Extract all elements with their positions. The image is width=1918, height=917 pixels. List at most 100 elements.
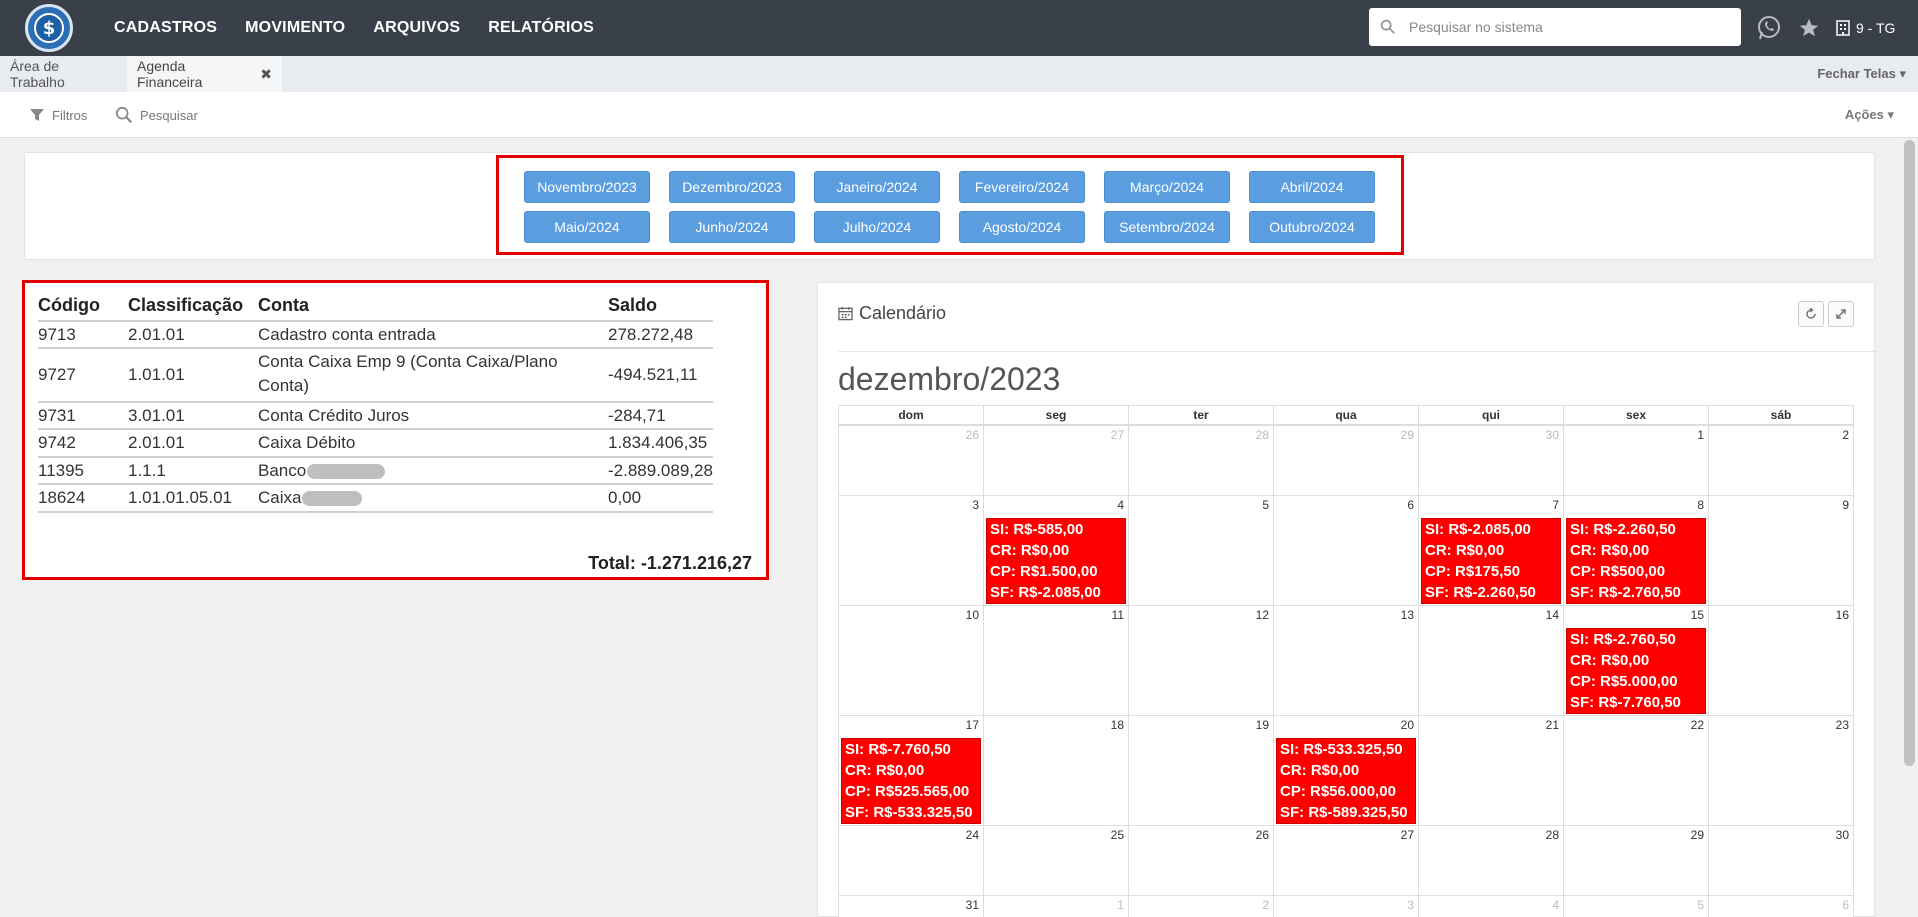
month-button-outubro-2024[interactable]: Outubro/2024 [1249,211,1375,243]
system-search-input[interactable] [1409,19,1729,35]
calendar-day-cell[interactable]: 15 SI: R$-2.760,50 CR: R$0,00 CP: R$5.000,0… [1563,605,1709,716]
event-line: SI: R$-533.325,50 [1280,741,1403,758]
tab-area-de-trabalho[interactable]: Área de Trabalho [0,56,126,92]
calendar-header: Calendário [838,303,946,324]
day-number: 24 [965,828,979,842]
day-number: 20 [1400,718,1414,732]
month-button-julho-2024[interactable]: Julho/2024 [814,211,940,243]
pesquisar-button[interactable]: Pesquisar [115,92,198,138]
calendar-event-day-4[interactable]: SI: R$-585,00 CR: R$0,00 CP: R$1.500,00 SF:… [986,518,1126,604]
balance-total: Total: -1.271.216,27 [588,553,752,573]
table-row[interactable]: 9742 2.01.01 Caixa Débito 1.834.406,35 [38,428,713,456]
calendar-day-cell[interactable]: 3 [1273,895,1419,917]
month-button-dezembro-2023[interactable]: Dezembro/2023 [669,171,795,203]
table-row[interactable]: 18624 1.01.01.05.01 Caixa 0,00 [38,483,713,511]
star-icon[interactable] [1798,17,1820,39]
calendar-day-cell[interactable]: 16 [1708,605,1854,716]
calendar-day-cell[interactable]: 19 [1128,715,1274,826]
whatsapp-icon[interactable] [1756,15,1782,41]
calendar-event-day-20[interactable]: SI: R$-533.325,50 CR: R$0,00 CP: R$56.000,… [1276,738,1416,824]
cell-codigo: 11395 [38,461,85,480]
table-row[interactable]: 11395 1.1.1 Banco -2.889.089,28 [38,456,713,483]
month-button-setembro-2024[interactable]: Setembro/2024 [1104,211,1230,243]
calendar-day-cell[interactable]: 3 [838,495,984,606]
menu-relatorios[interactable]: RELATÓRIOS [488,19,594,37]
app-logo[interactable]: $ [25,4,73,52]
calendar-event-day-8[interactable]: SI: R$-2.260,50 CR: R$0,00 CP: R$500,00 SF:… [1566,518,1706,604]
table-row[interactable]: 9727 1.01.01 Conta Caixa Emp 9 (Conta Ca… [38,347,713,401]
month-button-fevereiro-2024[interactable]: Fevereiro/2024 [959,171,1085,203]
calendar-day-cell[interactable]: 30 [1418,425,1564,496]
filtros-button[interactable]: Filtros [29,92,87,138]
calendar-event-day-7[interactable]: SI: R$-2.085,00 CR: R$0,00 CP: R$175,50 SF:… [1421,518,1561,604]
table-row[interactable]: 9731 3.01.01 Conta Crédito Juros -284,71 [38,401,713,428]
calendar-day-cell[interactable]: 6 [1708,895,1854,917]
calendar-day-cell[interactable]: 22 [1563,715,1709,826]
calendar-day-cell[interactable]: 7 SI: R$-2.085,00 CR: R$0,00 CP: R$175,50 SF… [1418,495,1564,606]
calendar-day-cell[interactable]: 25 [983,825,1129,896]
close-icon[interactable]: ✖ [260,66,272,83]
calendar-day-cell[interactable]: 30 [1708,825,1854,896]
calendar-day-cell[interactable]: 17 SI: R$-7.760,50 CR: R$0,00 CP: R$525.565… [838,715,984,826]
calendar-day-cell[interactable]: 2 [1128,895,1274,917]
day-number: 1 [1117,898,1124,912]
calendar-day-cell[interactable]: 29 [1273,425,1419,496]
calendar-day-cell[interactable]: 28 [1128,425,1274,496]
company-selector[interactable]: 9 - TG [1836,20,1895,36]
calendar-day-cell[interactable]: 10 [838,605,984,716]
calendar-day-cell[interactable]: 20 SI: R$-533.325,50 CR: R$0,00 CP: R$56.00… [1273,715,1419,826]
table-row[interactable]: 9713 2.01.01 Cadastro conta entrada 278.… [38,320,713,347]
month-button-janeiro-2024[interactable]: Janeiro/2024 [814,171,940,203]
calendar-day-cell[interactable]: 23 [1708,715,1854,826]
menu-movimento[interactable]: MOVIMENTO [245,19,345,37]
calendar-day-cell[interactable]: 1 [1563,425,1709,496]
tab-agenda-financeira[interactable]: Agenda Financeira ✖ [127,56,282,92]
calendar-day-cell[interactable]: 18 [983,715,1129,826]
calendar-day-cell[interactable]: 4 SI: R$-585,00 CR: R$0,00 CP: R$1.500,00 SF… [983,495,1129,606]
calendar-day-cell[interactable]: 2 [1708,425,1854,496]
cell-codigo: 9742 [38,433,76,452]
month-button-abril-2024[interactable]: Abril/2024 [1249,171,1375,203]
acoes-dropdown[interactable]: Ações ▾ [1845,92,1894,138]
calendar-day-cell[interactable]: 26 [838,425,984,496]
calendar-day-cell[interactable]: 28 [1418,825,1564,896]
calendar-day-cell[interactable]: 4 [1418,895,1564,917]
month-button-novembro-2023[interactable]: Novembro/2023 [524,171,650,203]
page-scrollbar[interactable] [1901,138,1918,917]
scrollbar-thumb[interactable] [1904,140,1915,766]
calendar-day-cell[interactable]: 14 [1418,605,1564,716]
calendar-day-cell[interactable]: 5 [1563,895,1709,917]
calendar-day-cell[interactable]: 6 [1273,495,1419,606]
calendar-day-cell[interactable]: 12 [1128,605,1274,716]
event-line: SI: R$-2.085,00 [1425,521,1531,538]
calendar-day-cell[interactable]: 31 [838,895,984,917]
calendar-day-cell[interactable]: 24 [838,825,984,896]
menu-arquivos[interactable]: ARQUIVOS [373,19,460,37]
event-line: SI: R$-585,00 [990,521,1084,538]
calendar-day-cell[interactable]: 11 [983,605,1129,716]
event-line: SF: R$-2.085,00 [990,584,1101,601]
calendar-day-cell[interactable]: 1 [983,895,1129,917]
calendar-day-cell[interactable]: 27 [1273,825,1419,896]
calendar-event-day-15[interactable]: SI: R$-2.760,50 CR: R$0,00 CP: R$5.000,00 S… [1566,628,1706,714]
month-button-agosto-2024[interactable]: Agosto/2024 [959,211,1085,243]
event-line: CR: R$0,00 [1570,542,1650,559]
calendar-day-cell[interactable]: 21 [1418,715,1564,826]
calendar-day-cell[interactable]: 29 [1563,825,1709,896]
calendar-day-cell[interactable]: 26 [1128,825,1274,896]
month-button-maio-2024[interactable]: Maio/2024 [524,211,650,243]
menu-cadastros[interactable]: CADASTROS [114,19,217,37]
month-button-junho-2024[interactable]: Junho/2024 [669,211,795,243]
refresh-button[interactable] [1798,301,1824,327]
calendar-day-cell[interactable]: 5 [1128,495,1274,606]
calendar-day-cell[interactable]: 8 SI: R$-2.260,50 CR: R$0,00 CP: R$500,00 SF… [1563,495,1709,606]
calendar-day-cell[interactable]: 13 [1273,605,1419,716]
cell-conta: Caixa Débito [258,433,356,452]
expand-button[interactable] [1828,301,1854,327]
day-number: 2 [1842,428,1849,442]
calendar-day-cell[interactable]: 27 [983,425,1129,496]
month-button-mar-o-2024[interactable]: Março/2024 [1104,171,1230,203]
fechar-telas-button[interactable]: Fechar Telas ▾ [1817,56,1906,92]
calendar-day-cell[interactable]: 9 [1708,495,1854,606]
calendar-event-day-17[interactable]: SI: R$-7.760,50 CR: R$0,00 CP: R$525.565,0… [841,738,981,824]
